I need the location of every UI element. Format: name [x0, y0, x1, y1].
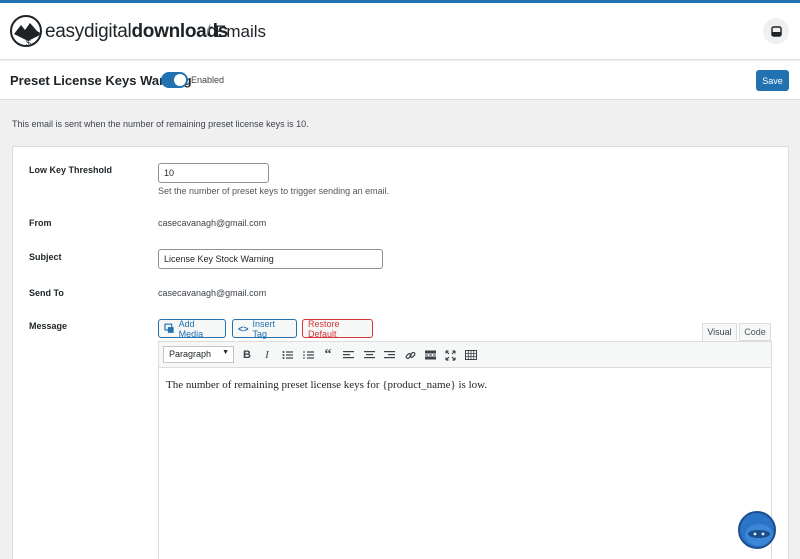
tab-code[interactable]: Code	[739, 323, 771, 341]
editor-toolbar: Paragraph ▼ B I “	[159, 342, 771, 368]
from-value: casecavanagh@gmail.com	[158, 218, 267, 228]
insert-tag-button[interactable]: <> Insert Tag	[232, 318, 297, 339]
threshold-input[interactable]	[158, 163, 269, 183]
inbox-icon	[770, 25, 782, 37]
brand-wordmark: easydigitaldownloads	[45, 21, 229, 42]
align-center-icon[interactable]	[361, 347, 377, 363]
toggle-label: Enabled	[191, 75, 225, 85]
edd-logo-icon: $	[10, 15, 42, 47]
bullet-list-icon[interactable]	[279, 347, 295, 363]
inbox-button[interactable]	[763, 18, 789, 44]
restore-default-button[interactable]: Restore Default	[302, 318, 373, 339]
restore-default-label: Restore Default	[308, 318, 340, 339]
from-label: From	[29, 218, 52, 228]
sendto-value: casecavanagh@gmail.com	[158, 288, 267, 298]
format-select[interactable]: Paragraph ▼	[163, 346, 234, 363]
subject-label: Subject	[29, 252, 62, 262]
subject-input[interactable]	[158, 249, 383, 269]
email-subheader: Preset License Keys Warning Enabled Save	[0, 61, 800, 100]
italic-icon[interactable]: I	[259, 347, 275, 363]
help-chat-icon[interactable]	[738, 511, 776, 549]
message-editor: Paragraph ▼ B I “ The number of remainin…	[158, 341, 772, 559]
align-right-icon[interactable]	[381, 347, 397, 363]
format-value: Paragraph	[169, 349, 212, 359]
sendto-label: Send To	[29, 288, 64, 298]
header-bar: $ easydigitaldownloads / Emails	[0, 3, 800, 60]
message-label: Message	[29, 321, 68, 331]
insert-tag-label: Insert Tag	[252, 318, 276, 339]
add-media-icon	[164, 323, 174, 333]
code-brackets-icon: <>	[238, 323, 249, 334]
email-description: This email is sent when the number of re…	[12, 119, 309, 129]
threshold-label: Low Key Threshold	[29, 165, 113, 175]
bold-icon[interactable]: B	[239, 347, 255, 363]
enabled-toggle[interactable]	[161, 72, 188, 88]
svg-text:$: $	[26, 38, 31, 47]
link-icon[interactable]	[402, 347, 418, 363]
align-left-icon[interactable]	[340, 347, 356, 363]
toggle-knob	[174, 74, 186, 86]
toolbar-toggle-icon[interactable]	[463, 347, 479, 363]
email-settings-card: Low Key Threshold Set the number of pres…	[12, 146, 789, 559]
add-media-button[interactable]: Add Media	[158, 318, 226, 339]
numbered-list-icon[interactable]	[300, 347, 316, 363]
chevron-down-icon: ▼	[222, 349, 229, 356]
fullscreen-icon[interactable]	[442, 347, 458, 363]
blockquote-icon[interactable]: “	[320, 347, 336, 363]
tab-visual[interactable]: Visual	[702, 323, 737, 341]
add-media-label: Add Media	[178, 318, 204, 339]
save-button[interactable]: Save	[756, 70, 789, 91]
read-more-icon[interactable]	[422, 347, 438, 363]
page-title: Emails	[215, 22, 267, 41]
editor-content[interactable]: The number of remaining preset license k…	[166, 379, 487, 391]
breadcrumb-separator: /	[206, 23, 211, 40]
threshold-help: Set the number of preset keys to trigger…	[158, 186, 390, 196]
